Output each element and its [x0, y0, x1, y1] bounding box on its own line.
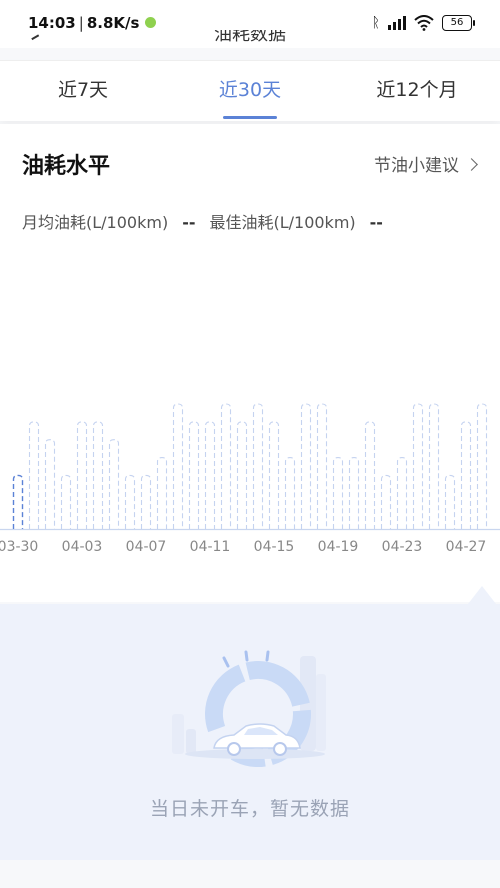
chart-bar-03-31[interactable]	[28, 421, 40, 529]
chart-bar-04-13[interactable]	[236, 421, 248, 529]
best-consumption-label: 最佳油耗(L/100km)	[209, 213, 356, 232]
page-title: 油耗数据	[150, 30, 350, 42]
tab-label: 近12个月	[376, 79, 458, 101]
chart-bar-04-20[interactable]	[348, 457, 360, 529]
period-tabs: 近7天 近30天 近12个月	[0, 60, 500, 121]
bottom-strip	[0, 860, 500, 888]
chart-bar-04-21[interactable]	[364, 421, 376, 529]
battery-level: 56	[450, 17, 464, 28]
x-tick-label: 03-30	[0, 539, 38, 555]
chart-bar-03-30[interactable]	[12, 474, 24, 529]
chart-bar-04-16[interactable]	[284, 457, 296, 529]
tab-active-indicator	[223, 116, 277, 119]
chart-bar-04-12[interactable]	[220, 403, 232, 529]
chart-bar-04-01[interactable]	[44, 439, 56, 529]
chart-bar-04-11[interactable]	[204, 421, 216, 529]
chart-bar-04-18[interactable]	[316, 403, 328, 529]
empty-state-message: 当日未开车，暂无数据	[149, 798, 350, 820]
chart-bar-04-26[interactable]	[444, 474, 456, 529]
chart-bar-04-06[interactable]	[124, 474, 136, 529]
chart-bar-04-28[interactable]	[476, 403, 488, 529]
chart-bar-04-02[interactable]	[60, 474, 72, 529]
chart-bar-04-09[interactable]	[172, 403, 184, 529]
chart-bar-04-24[interactable]	[412, 403, 424, 529]
battery-icon: 56	[442, 15, 475, 31]
status-left: 14:03 | 8.8K/s	[28, 14, 157, 32]
signal-icon	[388, 16, 406, 30]
tab-label: 近7天	[57, 79, 109, 101]
x-tick-label: 04-03	[62, 539, 103, 555]
x-tick-label: 04-23	[382, 539, 423, 555]
selection-pointer	[468, 586, 496, 604]
chart-bar-04-23[interactable]	[396, 457, 408, 529]
chart-bar-04-03[interactable]	[76, 421, 88, 529]
chart-bar-04-04[interactable]	[92, 421, 104, 529]
x-tick-label: 04-27	[446, 539, 487, 555]
fuel-level-card: 油耗水平 节油小建议 月均油耗(L/100km) -- 最佳油耗(L/100km) -…	[0, 124, 500, 602]
network-speed: 8.8K/s	[86, 14, 140, 32]
status-right: ᚱ 56	[371, 13, 475, 33]
monthly-avg-value: --	[182, 213, 196, 232]
fuel-tips-link[interactable]: 节油小建议	[374, 151, 478, 176]
car-gauge-illustration	[172, 650, 326, 767]
chart-bar-04-15[interactable]	[268, 421, 280, 529]
chart-bar-04-07[interactable]	[140, 474, 152, 529]
metrics-row: 月均油耗(L/100km) -- 最佳油耗(L/100km) --	[22, 209, 397, 233]
fuel-consumption-chart[interactable]: 03-30 04-03 04-07 04-11 04-15 04-19 04-23 04-27	[0, 264, 500, 564]
chart-bar-04-14[interactable]	[252, 403, 264, 529]
section-title: 油耗水平	[22, 154, 111, 179]
x-tick-label: 04-07	[126, 539, 167, 555]
page-title-text: 油耗数据	[214, 30, 286, 42]
chart-bar-04-22[interactable]	[380, 474, 392, 529]
chart-bar-04-25[interactable]	[428, 403, 440, 529]
tab-label: 近30天	[218, 79, 282, 101]
chart-bar-04-27[interactable]	[460, 421, 472, 529]
chart-bar-04-17[interactable]	[300, 403, 312, 529]
chart-bar-04-10[interactable]	[188, 421, 200, 529]
bluetooth-icon: ᚱ	[371, 15, 380, 31]
chart-bar-04-08[interactable]	[156, 457, 168, 529]
x-tick-label: 04-11	[190, 539, 231, 555]
status-time: 14:03	[28, 14, 76, 32]
x-tick-label: 04-19	[318, 539, 359, 555]
x-tick-label: 04-15	[254, 539, 295, 555]
status-bar: 14:03 | 8.8K/s ᚱ 56 油耗数据	[0, 0, 500, 48]
chevron-right-icon	[465, 158, 478, 171]
wifi-icon	[414, 15, 434, 31]
chart-bar-04-05[interactable]	[108, 439, 120, 529]
fuel-tips-label: 节油小建议	[374, 156, 459, 176]
tab-30-days[interactable]: 近30天	[166, 61, 334, 121]
best-consumption-value: --	[369, 213, 383, 232]
notification-icon	[145, 17, 157, 28]
status-separator: |	[78, 14, 84, 32]
tab-7-days[interactable]: 近7天	[0, 61, 166, 121]
chart-bar-04-19[interactable]	[332, 457, 344, 529]
monthly-avg-label: 月均油耗(L/100km)	[22, 213, 169, 232]
empty-state-panel: 当日未开车，暂无数据	[0, 586, 500, 860]
tab-12-months[interactable]: 近12个月	[334, 61, 500, 121]
back-arrow-icon[interactable]	[31, 34, 41, 43]
